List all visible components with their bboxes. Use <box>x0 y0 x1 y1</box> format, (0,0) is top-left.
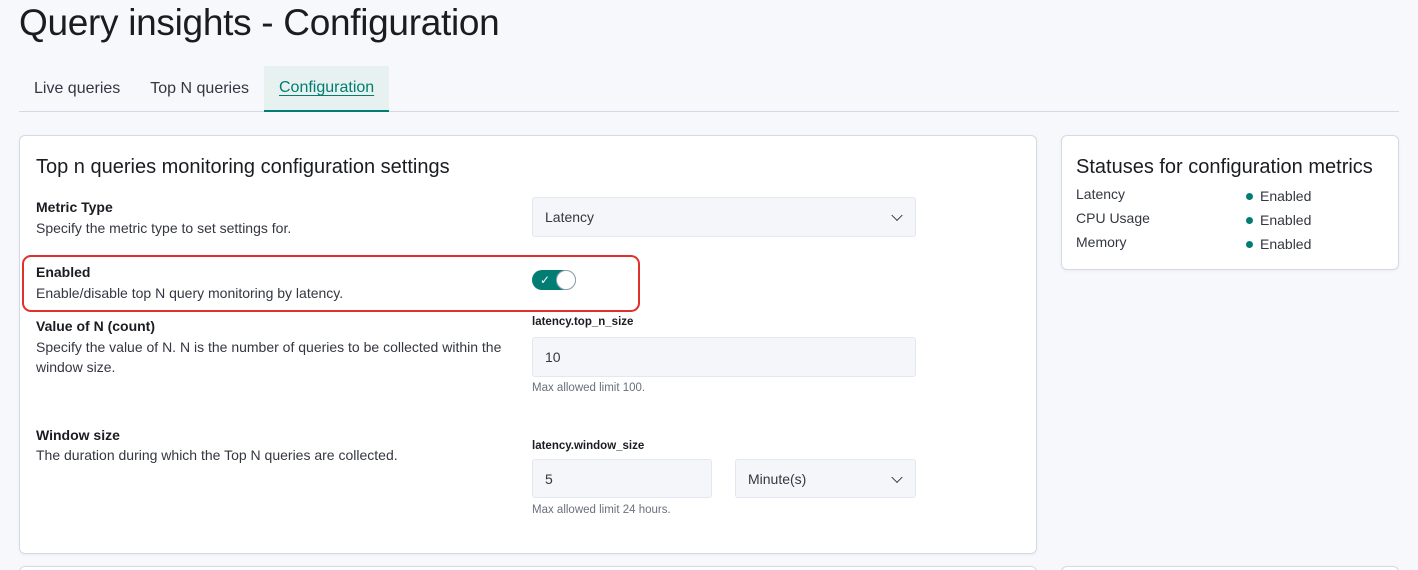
page-title: Query insights - Configuration <box>19 2 500 43</box>
window-size-input[interactable]: 5 <box>532 459 712 498</box>
status-value-cpu: Enabled <box>1260 212 1312 228</box>
status-value-memory: Enabled <box>1260 236 1312 252</box>
tab-configuration[interactable]: Configuration <box>264 66 390 112</box>
lower-panel-left <box>19 566 1037 570</box>
status-metric-cpu: CPU Usage <box>1076 210 1150 226</box>
status-panel-heading: Statuses for configuration metrics <box>1076 156 1373 178</box>
highlight-annotation <box>22 255 640 312</box>
metric-type-title: Metric Type <box>36 199 113 215</box>
metric-type-description: Specify the metric type to set settings … <box>36 220 292 236</box>
top-n-control-label: latency.top_n_size <box>532 316 634 328</box>
config-panel-heading: Top n queries monitoring configuration s… <box>36 156 450 178</box>
top-n-help-text: Max allowed limit 100. <box>532 382 646 394</box>
lower-panel-right <box>1061 566 1399 570</box>
tab-live-queries[interactable]: Live queries <box>19 66 135 111</box>
status-dot-icon <box>1246 241 1253 248</box>
window-size-description: The duration during which the Top N quer… <box>36 447 398 463</box>
tab-top-n-queries[interactable]: Top N queries <box>135 66 264 111</box>
tab-bar: Live queries Top N queries Configuration <box>19 66 1399 112</box>
metric-type-select[interactable]: Latency <box>532 197 916 237</box>
window-size-unit-value: Minute(s) <box>748 470 807 487</box>
chevron-down-icon <box>891 471 903 483</box>
status-value-latency: Enabled <box>1260 188 1312 204</box>
top-n-description: Specify the value of N. N is the number … <box>36 339 502 375</box>
top-n-size-value: 10 <box>545 349 561 365</box>
status-metric-memory: Memory <box>1076 234 1127 250</box>
chevron-down-icon <box>891 209 903 222</box>
window-size-value: 5 <box>545 470 553 487</box>
status-dot-icon <box>1246 217 1253 224</box>
window-size-unit-select[interactable]: Minute(s) <box>735 459 916 498</box>
top-n-title: Value of N (count) <box>36 318 155 334</box>
window-size-control-label: latency.window_size <box>532 440 645 452</box>
window-size-title: Window size <box>36 427 120 443</box>
status-metric-latency: Latency <box>1076 186 1126 202</box>
top-n-size-input[interactable]: 10 <box>532 337 916 377</box>
status-dot-icon <box>1246 193 1253 200</box>
window-size-help-text: Max allowed limit 24 hours. <box>532 504 671 516</box>
metric-type-selected-value: Latency <box>545 209 595 225</box>
